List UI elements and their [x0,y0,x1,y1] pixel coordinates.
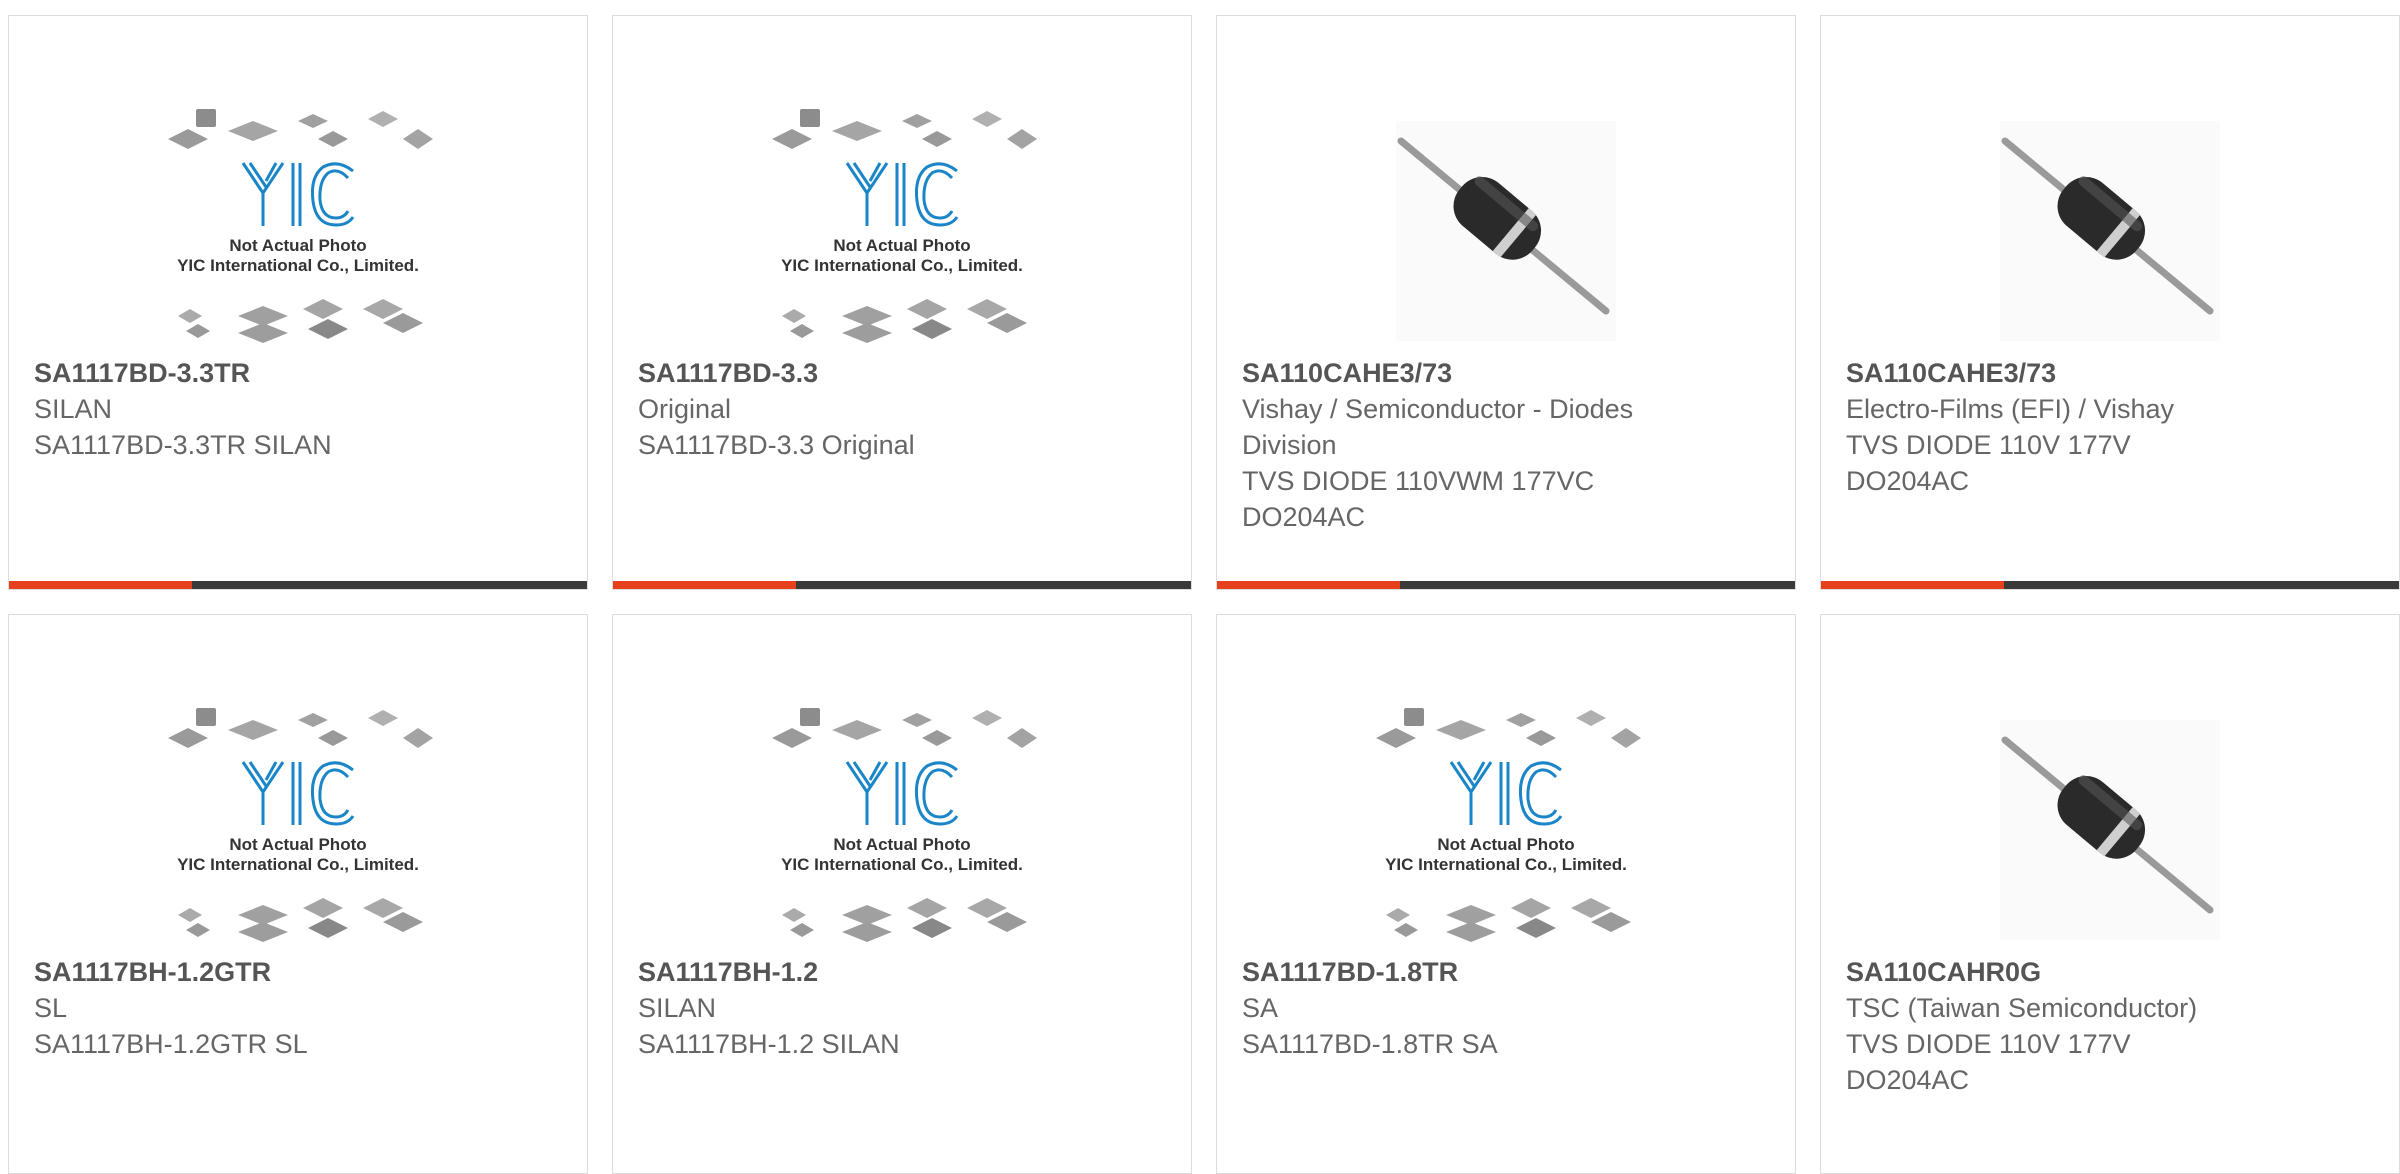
axial-diode-image [2000,121,2220,341]
card-bottom-bar [9,581,587,589]
not-actual-photo-image: Not Actual Photo YIC International Co., … [1376,708,1641,942]
card-accent-bar [613,581,796,589]
svg-text:Not Actual Photo: Not Actual Photo [833,835,970,854]
product-info: SA1117BH-1.2GTR SL SA1117BH-1.2GTR SL [34,954,562,1062]
part-number-link[interactable]: SA1117BD-1.8TR [1242,954,1770,990]
part-number-link[interactable]: SA110CAHR0G [1846,954,2374,990]
not-actual-photo-image: Not Actual Photo YIC International Co., … [772,109,1037,343]
svg-text:YIC International Co., Limited: YIC International Co., Limited. [177,256,419,275]
product-detail-line: SILAN [638,993,717,1023]
svg-text:Not Actual Photo: Not Actual Photo [833,236,970,255]
product-image[interactable]: Not Actual Photo YIC International Co., … [762,96,1042,366]
product-info: SA110CAHE3/73 Vishay / Semiconductor - Di… [1242,355,1770,535]
part-number-link[interactable]: SA1117BD-3.3TR [34,355,562,391]
product-detail-line: SA1117BD-3.3 Original [638,430,915,460]
part-number-link[interactable]: SA1117BH-1.2GTR [34,954,562,990]
product-detail-line: TVS DIODE 110VWM 177VC [1242,466,1595,496]
product-detail-line: Electro-Films (EFI) / Vishay [1846,394,2175,424]
product-image[interactable] [1970,695,2250,965]
svg-text:Not Actual Photo: Not Actual Photo [229,835,366,854]
product-detail-line: TVS DIODE 110V 177V [1846,1029,2131,1059]
card-accent-bar [1821,581,2004,589]
product-info: SA1117BD-1.8TR SA SA1117BD-1.8TR SA [1242,954,1770,1062]
product-detail-line: TVS DIODE 110V 177V [1846,430,2131,460]
product-image[interactable]: Not Actual Photo YIC International Co., … [1366,695,1646,965]
product-card[interactable]: SA110CAHR0G TSC (Taiwan Semiconductor) TVS… [1820,614,2400,1174]
not-actual-photo-image: Not Actual Photo YIC International Co., … [168,708,433,942]
product-image[interactable] [1970,96,2250,366]
product-detail-line: DO204AC [1242,502,1366,532]
part-number-link[interactable]: SA110CAHE3/73 [1242,355,1770,391]
product-image[interactable]: Not Actual Photo YIC International Co., … [158,695,438,965]
product-detail-line: SL [34,993,68,1023]
axial-diode-image [1396,121,1616,341]
product-detail-line: DO204AC [1846,1065,1970,1095]
product-detail-line: Vishay / Semiconductor - Diodes [1242,394,1634,424]
product-detail-line: SA [1242,993,1279,1023]
svg-text:Not Actual Photo: Not Actual Photo [1437,835,1574,854]
product-image[interactable]: Not Actual Photo YIC International Co., … [158,96,438,366]
card-bottom-bar [1217,581,1795,589]
product-detail-line: SA1117BH-1.2 SILAN [638,1029,900,1059]
not-actual-photo-image: Not Actual Photo YIC International Co., … [772,708,1037,942]
product-detail-line: SILAN [34,394,113,424]
svg-text:YIC International Co., Limited: YIC International Co., Limited. [781,256,1023,275]
card-accent-bar [9,581,192,589]
product-detail-line: Division [1242,430,1337,460]
product-info: SA1117BD-3.3 Original SA1117BD-3.3 Origina… [638,355,1166,463]
part-number-link[interactable]: SA110CAHE3/73 [1846,355,2374,391]
part-number-link[interactable]: SA1117BH-1.2 [638,954,1166,990]
product-detail-line: TSC (Taiwan Semiconductor) [1846,993,2198,1023]
part-number-link[interactable]: SA1117BD-3.3 [638,355,1166,391]
svg-text:Not Actual Photo: Not Actual Photo [229,236,366,255]
svg-text:YIC International Co., Limited: YIC International Co., Limited. [1385,855,1627,874]
product-info: SA1117BH-1.2 SILAN SA1117BH-1.2 SILAN [638,954,1166,1062]
product-info: SA110CAHE3/73 Electro-Films (EFI) / Visha… [1846,355,2374,499]
product-detail-line: Original [638,394,732,424]
product-card[interactable]: SA110CAHE3/73 Electro-Films (EFI) / Visha… [1820,15,2400,590]
product-detail-line: SA1117BD-1.8TR SA [1242,1029,1498,1059]
product-info: SA1117BD-3.3TR SILAN SA1117BD-3.3TR SILAN [34,355,562,463]
svg-text:YIC International Co., Limited: YIC International Co., Limited. [177,855,419,874]
product-card[interactable]: Not Actual Photo YIC International Co., … [8,614,588,1174]
card-accent-bar [1217,581,1400,589]
product-card[interactable]: Not Actual Photo YIC International Co., … [612,15,1192,590]
product-detail-line: DO204AC [1846,466,1970,496]
product-info: SA110CAHR0G TSC (Taiwan Semiconductor) TVS… [1846,954,2374,1098]
product-image[interactable]: Not Actual Photo YIC International Co., … [762,695,1042,965]
axial-diode-image [2000,720,2220,940]
card-bottom-bar [613,581,1191,589]
product-detail-line: SA1117BH-1.2GTR SL [34,1029,308,1059]
product-grid: Not Actual Photo YIC International Co., … [8,15,2400,1174]
product-card[interactable]: Not Actual Photo YIC International Co., … [8,15,588,590]
product-card[interactable]: SA110CAHE3/73 Vishay / Semiconductor - Di… [1216,15,1796,590]
product-image[interactable] [1366,96,1646,366]
card-bottom-bar [1821,581,2399,589]
product-card[interactable]: Not Actual Photo YIC International Co., … [1216,614,1796,1174]
product-card[interactable]: Not Actual Photo YIC International Co., … [612,614,1192,1174]
svg-text:YIC International Co., Limited: YIC International Co., Limited. [781,855,1023,874]
product-detail-line: SA1117BD-3.3TR SILAN [34,430,332,460]
not-actual-photo-image: Not Actual Photo YIC International Co., … [168,109,433,343]
